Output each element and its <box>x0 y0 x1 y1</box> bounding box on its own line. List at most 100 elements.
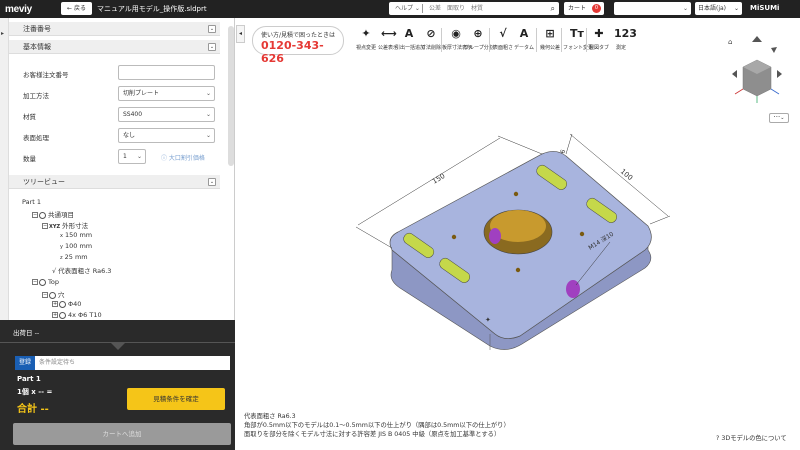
support-phone-badge[interactable]: 使い方/見積で困ったときは 0120-343-626 <box>252 26 344 65</box>
more-options-button[interactable]: ···⌄ <box>769 113 789 123</box>
small-hole[interactable] <box>515 267 521 273</box>
order-qty-line: 1個 x -- = <box>17 388 53 396</box>
collapse-icon[interactable]: − <box>32 279 38 285</box>
section-tree-view[interactable]: ツリービュー ⌄ <box>9 175 220 189</box>
model-color-help-link[interactable]: ? 3Dモデルの色について <box>716 433 787 442</box>
tree-dim-x[interactable]: x 150 mm <box>60 231 92 239</box>
back-button[interactable]: ← 戻る <box>61 2 92 15</box>
tree-common[interactable]: − 共通項目 <box>32 209 74 219</box>
ship-date: 出荷日 -- <box>13 329 40 337</box>
model-3d-view[interactable]: 150 100 M14 深10 6 ✦ <box>330 120 680 350</box>
info-icon: ⓘ <box>161 155 169 162</box>
process-method-select[interactable]: 切削プレート ⌄ <box>118 86 215 101</box>
toolbar-separator <box>489 28 490 52</box>
tool-button-6[interactable]: ⊕ グループ分割 <box>464 26 494 58</box>
quantity-select[interactable]: 1 ⌄ <box>118 149 146 164</box>
meviy-logo: meviy <box>5 4 32 15</box>
dim-label-100[interactable]: 100 <box>619 167 634 182</box>
y-axis-icon: y <box>60 244 63 250</box>
small-hole[interactable] <box>579 231 585 237</box>
expand-icon[interactable]: + <box>52 312 58 318</box>
tree-dimensions[interactable]: − XYZ 外形寸法 <box>42 220 88 230</box>
surface-treatment-select[interactable]: なし ⌄ <box>118 128 215 143</box>
confirm-quote-button[interactable]: 見積条件を確定 <box>127 388 225 410</box>
toolbar-separator <box>561 28 562 52</box>
rotate-cw-arrow-icon[interactable] <box>771 47 777 53</box>
material-select[interactable]: SS400 ⌄ <box>118 107 215 122</box>
z-axis-icon: z <box>60 255 63 261</box>
tool-icon: ⊕ <box>473 27 483 40</box>
section-notes[interactable]: 注番番号 ⌄ <box>9 22 220 36</box>
tree-dim-y[interactable]: y 100 mm <box>60 242 92 250</box>
file-name: マニュアル用モデル_操作版.sldprt <box>97 5 207 13</box>
chevron-down-icon: ⌄ <box>682 5 688 12</box>
account-select[interactable]: ⌄ <box>614 2 691 15</box>
register-button[interactable]: 登録 <box>15 356 35 370</box>
cart-button[interactable]: カート 0 <box>564 2 604 15</box>
left-collapse-tab[interactable]: ▸ <box>0 18 9 320</box>
rotate-right-arrow-icon[interactable] <box>777 70 782 78</box>
cart-count-badge: 0 <box>592 4 601 13</box>
small-hole[interactable] <box>451 234 457 240</box>
add-to-cart-button[interactable]: カートへ追加 <box>13 423 231 445</box>
collapse-arrow-icon[interactable] <box>110 342 126 350</box>
xyz-icon: XYZ <box>49 224 61 230</box>
search-separator <box>422 4 423 13</box>
order-number-input[interactable] <box>118 65 215 80</box>
expand-arrow-icon[interactable]: ▸ <box>1 30 4 37</box>
tree-part[interactable]: Part 1 <box>22 198 41 206</box>
process-method-value: 切削プレート <box>123 90 160 97</box>
tool-button-8[interactable]: A データム <box>510 26 538 58</box>
collapse-icon[interactable]: − <box>42 292 48 298</box>
chevron-down-icon[interactable]: ⌄ <box>208 25 216 33</box>
surface-treatment-value: なし <box>123 132 136 139</box>
search-input[interactable]: 公差 面取り 材質 <box>429 2 483 15</box>
tool-button-9[interactable]: ⊞ 幾何公差 <box>536 26 564 58</box>
dim-ext-line <box>355 226 393 249</box>
chevron-down-icon[interactable]: ⌄ <box>208 178 216 186</box>
tree-phi6[interactable]: +4x Φ6 T10 <box>52 311 102 319</box>
rotate-left-arrow-icon[interactable] <box>732 70 737 78</box>
expand-icon[interactable]: + <box>52 301 58 307</box>
language-select[interactable]: 日本語(ja) ⌄ <box>695 2 742 15</box>
dim-label-6[interactable]: 6 <box>559 149 567 155</box>
sidebar-panel <box>0 18 235 320</box>
order-panel: 出荷日 -- 登録 条件設定待ち Part 1 1個 x -- = 合計 -- … <box>0 320 235 450</box>
part-icon <box>39 211 46 219</box>
tree-hole[interactable]: − 穴 <box>42 289 65 299</box>
section-basic-info[interactable]: 基本情報 ⌄ <box>9 40 220 54</box>
section-basic-label: 基本情報 <box>23 43 51 51</box>
tool-label: 幾何公差 <box>539 45 560 51</box>
material-label: 材質 <box>23 113 36 121</box>
tree-phi40[interactable]: + Φ40 <box>52 300 81 308</box>
hole-icon <box>59 300 66 308</box>
sidebar-scrollbar[interactable] <box>228 26 234 166</box>
bulk-discount-link[interactable]: ⓘ 大口割引価格 <box>161 153 205 162</box>
search-icon[interactable]: ⌕ <box>551 2 555 15</box>
model-notes: 代表面粗さ Ra6.3 角部が0.5mm以下のモデルは0.1〜0.5mm以下の仕… <box>244 412 510 439</box>
collapse-icon[interactable]: − <box>42 223 48 229</box>
panel-toggle-button[interactable]: ◂ <box>236 25 245 43</box>
axis-x-icon <box>734 88 744 95</box>
rotate-up-arrow-icon[interactable] <box>752 36 762 42</box>
help-dropdown[interactable]: ヘルプ ⌄ <box>395 2 420 15</box>
small-hole[interactable] <box>513 191 519 197</box>
dim-ext-line <box>649 215 671 225</box>
register-name-input[interactable]: 条件設定待ち <box>35 356 230 370</box>
roughness-icon: √ <box>52 267 57 275</box>
tool-label: 寸法削除 <box>420 45 441 51</box>
dim-label-150[interactable]: 150 <box>431 172 447 186</box>
home-view-icon[interactable]: ⌂ <box>728 38 732 46</box>
tool-button-12[interactable]: 123 測定 <box>607 26 637 58</box>
bore-hole-purple[interactable] <box>489 228 501 244</box>
chevron-down-icon[interactable]: ⌄ <box>208 43 216 51</box>
collapse-icon[interactable]: − <box>32 212 38 218</box>
tree-roughness[interactable]: √ 代表面粗さ Ra6.3 <box>52 265 111 275</box>
tree-top[interactable]: − Top <box>32 278 59 286</box>
view-cube[interactable]: ⌂ <box>724 34 790 104</box>
tool-icon: A <box>519 27 529 40</box>
tree-dim-z[interactable]: z 25 mm <box>60 253 88 261</box>
order-part-name: Part 1 <box>17 375 41 383</box>
top-bar: meviy ← 戻る マニュアル用モデル_操作版.sldprt ヘルプ ⌄ 公差… <box>0 0 800 18</box>
search-box[interactable]: ヘルプ ⌄ 公差 面取り 材質 ⌕ <box>389 2 559 15</box>
